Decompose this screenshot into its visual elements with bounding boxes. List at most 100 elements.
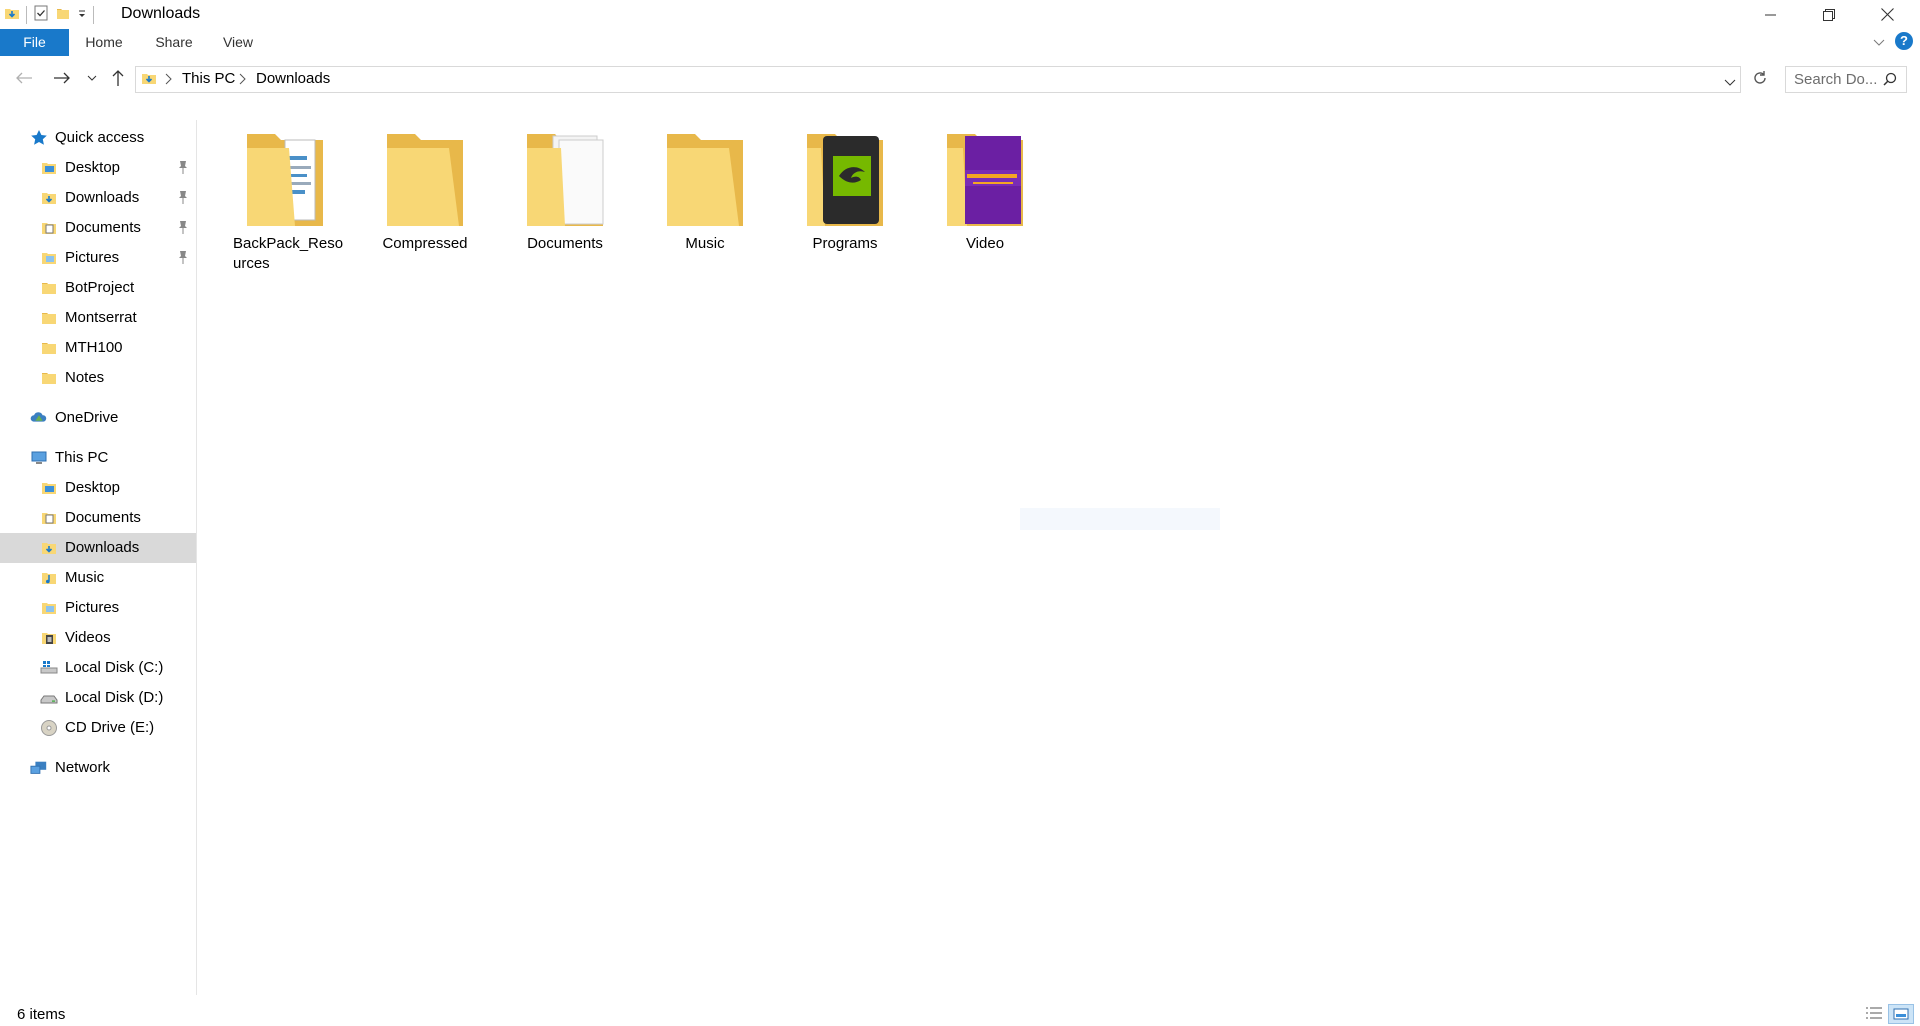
videos-folder-icon: [40, 629, 58, 647]
address-bar[interactable]: This PC Downloads: [135, 66, 1741, 93]
ribbon-tabs: File Home Share View ?: [0, 29, 1920, 56]
expand-ribbon-chevron-icon[interactable]: [1872, 35, 1886, 53]
status-bar: 6 items: [0, 1000, 1920, 1026]
sidebar-item-pc-downloads[interactable]: Downloads: [0, 533, 196, 563]
properties-icon[interactable]: [33, 5, 49, 25]
folder-icon: [40, 339, 58, 357]
breadcrumb-downloads[interactable]: Downloads: [256, 70, 330, 87]
folder-item[interactable]: BackPack_Resources: [221, 120, 349, 290]
up-button[interactable]: [106, 66, 130, 90]
sidebar-item-label: Pictures: [65, 249, 120, 266]
folder-with-documents-icon: [247, 134, 323, 226]
sidebar-item-documents[interactable]: Documents: [0, 213, 196, 243]
item-count: 6 items: [17, 1006, 66, 1023]
large-icons-view-button[interactable]: [1888, 1004, 1914, 1024]
help-icon[interactable]: ?: [1895, 32, 1913, 50]
window-title: Downloads: [121, 5, 201, 22]
folder-with-video-thumbnail-icon: [947, 134, 1023, 226]
downloads-folder-icon: [40, 539, 58, 557]
pin-icon[interactable]: [177, 250, 189, 268]
sidebar-item-botproject[interactable]: BotProject: [0, 273, 196, 303]
sidebar-item-desktop[interactable]: Desktop: [0, 153, 196, 183]
sidebar-item-network[interactable]: Network: [0, 753, 196, 783]
address-history-chevron-icon[interactable]: [1724, 74, 1736, 91]
sidebar-item-label: MTH100: [65, 339, 123, 356]
sidebar-item-pc-videos[interactable]: Videos: [0, 623, 196, 653]
sidebar-item-this-pc[interactable]: This PC: [0, 443, 196, 473]
sidebar-item-label: Desktop: [65, 479, 121, 496]
sidebar-item-pictures[interactable]: Pictures: [0, 243, 196, 273]
forward-button[interactable]: [50, 66, 74, 90]
sidebar-item-pc-desktop[interactable]: Desktop: [0, 473, 196, 503]
folder-name: Video: [965, 235, 1005, 252]
sidebar-item-label: Notes: [65, 369, 105, 386]
sidebar-item-local-disk-d[interactable]: Local Disk (D:): [0, 683, 196, 713]
breadcrumb-chevron-icon[interactable]: [164, 72, 172, 89]
sidebar-item-local-disk-c[interactable]: Local Disk (C:): [0, 653, 196, 683]
empty-area-overlay: [1020, 508, 1220, 530]
toolbar-divider: [26, 6, 27, 24]
onedrive-cloud-icon: [30, 409, 48, 427]
downloads-folder-icon: [141, 70, 157, 90]
folder-item[interactable]: Music: [641, 120, 769, 290]
breadcrumb-chevron-icon[interactable]: [238, 72, 246, 89]
search-icon[interactable]: [1883, 72, 1897, 90]
pin-icon[interactable]: [177, 190, 189, 208]
close-button[interactable]: [1858, 0, 1916, 29]
navigation-bar: This PC Downloads Search Do...: [0, 62, 1920, 96]
folder-with-papers-icon: [527, 134, 604, 226]
sidebar-item-notes[interactable]: Notes: [0, 363, 196, 393]
sidebar-item-quick-access[interactable]: Quick access: [0, 123, 196, 153]
details-view-button[interactable]: [1862, 1004, 1886, 1022]
sidebar-item-downloads[interactable]: Downloads: [0, 183, 196, 213]
breadcrumb-this-pc[interactable]: This PC: [182, 70, 235, 87]
tab-home[interactable]: Home: [73, 29, 135, 56]
folder-name: BackPack_Resources: [233, 235, 344, 272]
sidebar-item-label: BotProject: [65, 279, 135, 296]
restore-button[interactable]: [1800, 0, 1858, 29]
sidebar-item-mth100[interactable]: MTH100: [0, 333, 196, 363]
folder-icon: [40, 279, 58, 297]
network-icon: [30, 759, 48, 777]
system-drive-icon: [40, 659, 58, 677]
folder-item[interactable]: Video: [921, 120, 1049, 290]
folder-item[interactable]: Programs: [781, 120, 909, 290]
downloads-folder-icon[interactable]: [4, 5, 20, 25]
tab-file[interactable]: File: [0, 29, 69, 56]
drive-icon: [40, 689, 58, 707]
search-input[interactable]: Search Do...: [1785, 66, 1907, 93]
refresh-button[interactable]: [1748, 66, 1772, 90]
sidebar-item-pc-documents[interactable]: Documents: [0, 503, 196, 533]
folder-icon: [40, 369, 58, 387]
sidebar-item-label: OneDrive: [55, 409, 119, 426]
folder-icon: [40, 309, 58, 327]
sidebar-item-label: Network: [55, 759, 111, 776]
sidebar-item-label: This PC: [55, 449, 109, 466]
back-button[interactable]: [12, 66, 36, 90]
folder-item[interactable]: Documents: [501, 120, 629, 290]
sidebar-item-label: Documents: [65, 219, 141, 236]
sidebar-item-montserrat[interactable]: Montserrat: [0, 303, 196, 333]
sidebar-item-pc-pictures[interactable]: Pictures: [0, 593, 196, 623]
star-icon: [30, 129, 48, 147]
sidebar-item-pc-music[interactable]: Music: [0, 563, 196, 593]
folder-item[interactable]: Compressed: [361, 120, 489, 290]
sidebar-item-onedrive[interactable]: OneDrive: [0, 403, 196, 433]
title-bar: Downloads: [0, 0, 1920, 29]
pin-icon[interactable]: [177, 220, 189, 238]
sidebar-item-label: Local Disk (D:): [65, 689, 164, 706]
music-folder-icon: [40, 569, 58, 587]
pin-icon[interactable]: [177, 160, 189, 178]
documents-folder-icon: [40, 219, 58, 237]
customize-toolbar-chevron-icon[interactable]: [77, 5, 87, 25]
folder-name: Documents: [527, 235, 603, 252]
sidebar-item-label: CD Drive (E:): [65, 719, 155, 736]
tab-share[interactable]: Share: [143, 29, 205, 56]
sidebar-item-cd-drive-e[interactable]: CD Drive (E:): [0, 713, 196, 743]
new-folder-icon[interactable]: [55, 5, 71, 25]
recent-locations-chevron-icon[interactable]: [80, 66, 104, 90]
folder-with-nvidia-logo-icon: [807, 134, 883, 226]
sidebar-item-label: Downloads: [65, 539, 140, 556]
tab-view[interactable]: View: [210, 29, 266, 56]
minimize-button[interactable]: [1742, 0, 1800, 29]
